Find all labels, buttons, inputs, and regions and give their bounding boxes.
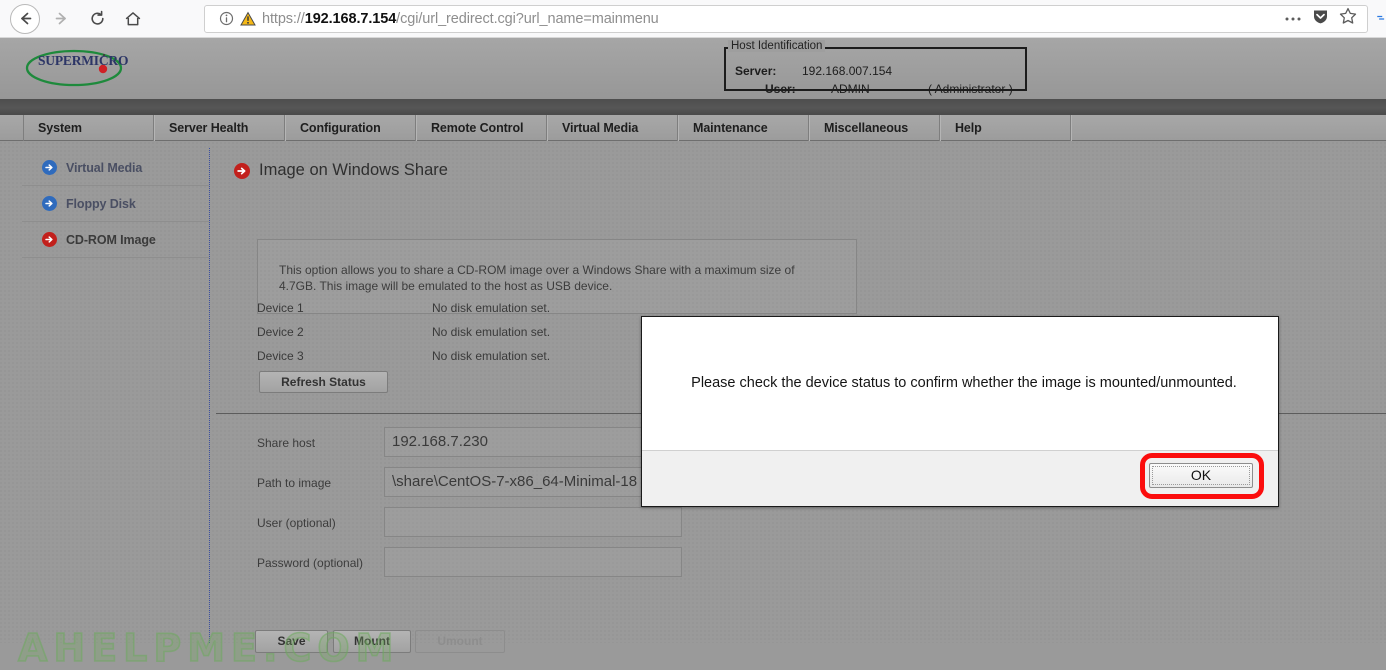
path-to-image-label: Path to image (257, 476, 332, 490)
device-3-status: No disk emulation set. (432, 349, 551, 363)
sync-account-icon[interactable] (1376, 0, 1386, 38)
forward-button[interactable] (46, 4, 76, 34)
umount-button: Umount (415, 630, 505, 653)
page-title-text: Image on Windows Share (259, 161, 448, 179)
ellipsis-icon[interactable] (1284, 10, 1302, 28)
reload-button[interactable] (82, 4, 112, 34)
ipmi-page: SUPERMICRO Host Identification Server: 1… (0, 38, 1386, 670)
password-label: Password (optional) (257, 556, 364, 570)
user-input[interactable] (384, 507, 682, 537)
info-circle-icon[interactable] (219, 11, 234, 26)
home-icon (124, 10, 142, 28)
share-host-input[interactable]: 192.168.7.230 (384, 427, 682, 457)
share-host-label: Share host (257, 436, 316, 450)
user-label: User (optional) (257, 516, 336, 530)
reload-icon (89, 10, 106, 27)
pocket-shield-icon[interactable] (1312, 8, 1329, 30)
device-2-status: No disk emulation set. (432, 325, 551, 339)
password-input[interactable] (384, 547, 682, 577)
arrow-circle-icon (234, 162, 250, 179)
refresh-status-button[interactable]: Refresh Status (259, 371, 388, 393)
back-button[interactable] (10, 3, 40, 34)
device-2-label: Device 2 (257, 325, 304, 339)
description-text: This option allows you to share a CD-ROM… (279, 263, 795, 293)
description-box: This option allows you to share a CD-ROM… (257, 239, 857, 314)
star-icon[interactable] (1339, 7, 1357, 30)
device-1-status: No disk emulation set. (432, 301, 551, 315)
forward-arrow-icon (53, 10, 70, 27)
warning-triangle-icon[interactable] (240, 11, 256, 27)
device-3-label: Device 3 (257, 349, 304, 363)
device-1-label: Device 1 (257, 301, 304, 315)
home-button[interactable] (118, 4, 148, 34)
alert-dialog-body: Please check the device status to confir… (642, 317, 1278, 450)
url-bar[interactable]: https://192.168.7.154/cgi/url_redirect.c… (204, 4, 1368, 33)
mount-button[interactable]: Mount (333, 630, 411, 653)
back-arrow-icon (17, 10, 34, 27)
alert-dialog-message: Please check the device status to confir… (691, 375, 1237, 391)
page-title: Image on Windows Share (234, 161, 448, 180)
ok-button[interactable]: OK (1149, 463, 1253, 488)
url-text[interactable]: https://192.168.7.154/cgi/url_redirect.c… (256, 11, 1284, 27)
browser-toolbar: https://192.168.7.154/cgi/url_redirect.c… (0, 0, 1386, 38)
path-to-image-input[interactable]: \share\CentOS-7-x86_64-Minimal-18 (384, 467, 682, 497)
save-button[interactable]: Save (255, 630, 328, 653)
